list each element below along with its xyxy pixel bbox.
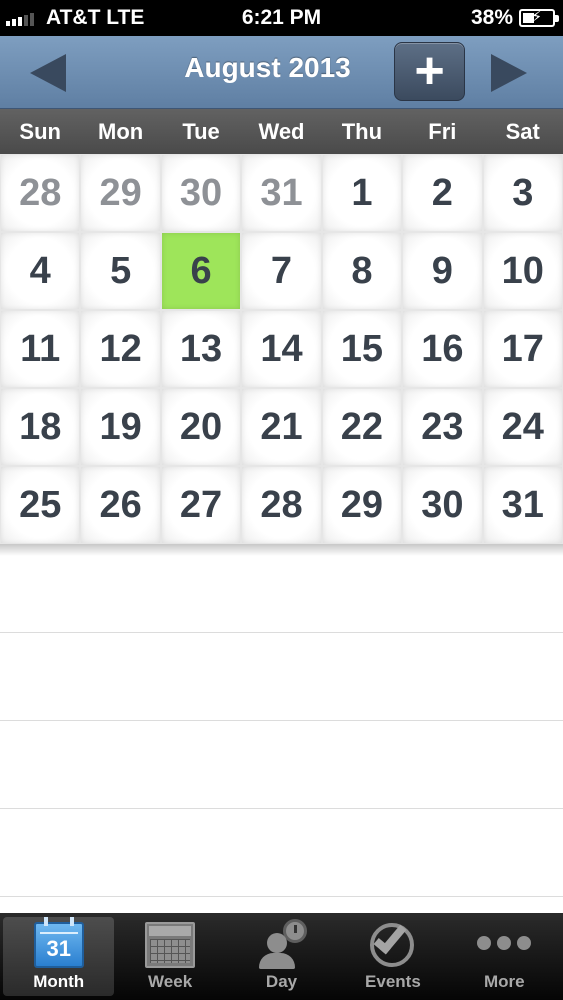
day-cell[interactable]: 24 <box>483 389 562 465</box>
weekday-label: Tue <box>182 119 220 144</box>
day-cell[interactable]: 17 <box>483 311 562 387</box>
calendar-icon: 31 <box>33 917 84 968</box>
day-cell[interactable]: 13 <box>161 311 241 387</box>
battery-icon: ⚡ <box>519 9 559 27</box>
weekday-header: Sun Mon Tue Wed Thu Fri Sat <box>0 109 563 154</box>
day-cell[interactable]: 3 <box>483 155 562 231</box>
calendar-grid: 28 29 30 31 1 2 3 4 5 6 7 8 9 10 11 12 1… <box>0 154 563 544</box>
tab-label: Week <box>148 972 193 991</box>
day-cell[interactable]: 27 <box>161 467 241 543</box>
day-cell[interactable]: 28 <box>242 467 321 543</box>
month-header: August 2013 + <box>0 36 563 109</box>
day-cell[interactable]: 5 <box>81 233 160 309</box>
tab-label: Events <box>365 972 421 991</box>
day-cell[interactable]: 14 <box>242 311 321 387</box>
previous-month-icon[interactable] <box>30 54 66 92</box>
person-clock-icon <box>255 917 309 969</box>
day-cell[interactable]: 10 <box>483 233 562 309</box>
tab-events[interactable]: Events <box>337 917 448 996</box>
weekday-label: Sun <box>19 119 61 144</box>
day-cell[interactable]: 28 <box>1 155 80 231</box>
day-cell[interactable]: 22 <box>322 389 402 465</box>
day-cell[interactable]: 11 <box>1 311 80 387</box>
more-dots-icon <box>477 917 532 968</box>
tab-label: Month <box>33 972 85 991</box>
checkmark-icon <box>366 917 420 968</box>
day-cell[interactable]: 29 <box>81 155 160 231</box>
tab-label: Day <box>265 972 298 991</box>
weekday-label: Fri <box>428 119 457 144</box>
day-cell[interactable]: 23 <box>403 389 482 465</box>
day-cell[interactable]: 20 <box>161 389 241 465</box>
day-cell[interactable]: 21 <box>242 389 321 465</box>
weekday-label: Thu <box>341 119 383 144</box>
tab-more[interactable]: More <box>449 917 560 996</box>
tab-bar: 31 Month Week Day Events More <box>0 913 563 1000</box>
day-cell[interactable]: 31 <box>483 467 562 543</box>
day-cell[interactable]: 26 <box>81 467 160 543</box>
tab-month[interactable]: 31 Month <box>3 917 115 996</box>
day-cell[interactable]: 15 <box>322 311 402 387</box>
day-cell[interactable]: 16 <box>403 311 482 387</box>
next-month-icon[interactable] <box>491 54 527 92</box>
day-cell[interactable]: 7 <box>242 233 321 309</box>
event-list[interactable] <box>0 545 563 915</box>
day-cell[interactable]: 12 <box>81 311 160 387</box>
battery-percent: 38% <box>470 6 513 29</box>
day-cell[interactable]: 4 <box>1 233 80 309</box>
month-title: August 2013 <box>184 52 351 83</box>
weekday-label: Sat <box>505 119 540 144</box>
weekday-label: Mon <box>98 119 144 144</box>
day-cell-selected[interactable]: 6 <box>161 233 241 309</box>
event-row-divider <box>0 632 563 633</box>
day-cell[interactable]: 9 <box>403 233 482 309</box>
event-row-divider <box>0 808 563 809</box>
tab-day[interactable]: Day <box>226 917 337 996</box>
status-bar: AT&T LTE 6:21 PM 38% ⚡ <box>0 0 563 36</box>
day-cell[interactable]: 31 <box>242 155 321 231</box>
day-cell[interactable]: 30 <box>161 155 241 231</box>
week-grid-icon <box>145 922 196 968</box>
tab-label: More <box>484 972 525 991</box>
tab-week[interactable]: Week <box>114 917 225 996</box>
day-cell[interactable]: 8 <box>322 233 402 309</box>
day-cell[interactable]: 18 <box>1 389 80 465</box>
event-row-divider <box>0 720 563 721</box>
day-cell[interactable]: 2 <box>403 155 482 231</box>
add-event-button[interactable]: + <box>394 42 465 101</box>
day-cell[interactable]: 19 <box>81 389 160 465</box>
day-cell[interactable]: 30 <box>403 467 482 543</box>
weekday-label: Wed <box>258 119 305 144</box>
day-cell[interactable]: 25 <box>1 467 80 543</box>
day-cell[interactable]: 1 <box>322 155 402 231</box>
day-cell[interactable]: 29 <box>322 467 402 543</box>
calendar-icon-date: 31 <box>46 936 71 961</box>
event-row-divider <box>0 896 563 897</box>
